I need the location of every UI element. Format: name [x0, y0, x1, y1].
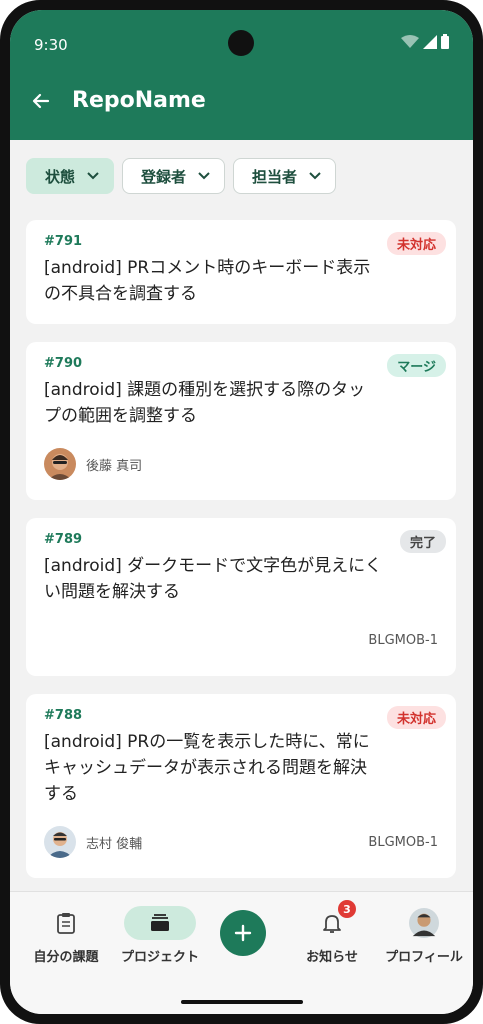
page-title: RepoName — [72, 88, 206, 113]
filter-assignee[interactable]: 担当者 — [233, 158, 337, 194]
issue-meta: 後藤 真司 — [44, 447, 438, 481]
issue-title: [android] ダークモードで文字色が見えにくい問題を解決する — [44, 556, 382, 602]
issue-number: #790 — [44, 356, 83, 371]
screen: 9:30 RepoName 状態 登録者 担当者 #791 [android] … — [10, 10, 473, 1014]
issue-number: #788 — [44, 708, 83, 723]
issue-card[interactable]: #790 [android] 課題の種別を選択する際のタップの範囲を調整する マ… — [26, 342, 456, 500]
chevron-down-icon — [198, 172, 210, 180]
issue-title: [android] PRコメント時のキーボード表示の不具合を調査する — [44, 258, 371, 304]
assignee-name: 志村 俊輔 — [86, 836, 143, 852]
issue-card[interactable]: #791 [android] PRコメント時のキーボード表示の不具合を調査する … — [26, 220, 456, 324]
bottom-navigation: 自分の課題 プロジェクト 3 お知らせ プロフィール — [10, 891, 473, 1014]
filter-label: 登録者 — [141, 167, 187, 186]
avatar — [44, 826, 76, 858]
issue-meta: BLGMOB-1 — [44, 623, 438, 657]
notification-badge: 3 — [338, 900, 356, 918]
issue-title: [android] PRの一覧を表示した時に、常にキャッシュデータが表示される問… — [44, 732, 370, 804]
signal-icon — [423, 34, 437, 49]
battery-icon — [441, 34, 449, 49]
nav-projects[interactable]: プロジェクト — [114, 906, 206, 965]
home-indicator — [181, 1000, 303, 1004]
plus-icon — [234, 924, 252, 942]
issue-list: #791 [android] PRコメント時のキーボード表示の不具合を調査する … — [26, 220, 456, 896]
assignee: 志村 俊輔 — [44, 826, 142, 858]
nav-label: プロフィール — [385, 950, 463, 965]
nav-profile[interactable]: プロフィール — [378, 906, 470, 965]
profile-avatar — [409, 908, 439, 938]
wifi-icon — [401, 34, 419, 48]
status-icons — [401, 34, 449, 49]
nav-label: 自分の課題 — [33, 950, 99, 965]
issue-title: [android] 課題の種別を選択する際のタップの範囲を調整する — [44, 380, 366, 426]
phone-frame: 9:30 RepoName 状態 登録者 担当者 #791 [android] … — [0, 0, 483, 1024]
back-arrow-icon[interactable] — [30, 90, 52, 112]
nav-my-issues[interactable]: 自分の課題 — [20, 906, 112, 965]
issue-number: #789 — [44, 532, 83, 547]
filter-label: 担当者 — [252, 167, 298, 186]
add-button[interactable] — [220, 910, 266, 956]
clipboard-icon — [57, 913, 75, 934]
issue-number: #791 — [44, 234, 83, 249]
status-time: 9:30 — [34, 36, 68, 54]
filter-label: 状態 — [45, 167, 76, 186]
assignee: 後藤 真司 — [44, 448, 142, 480]
chevron-down-icon — [87, 172, 99, 180]
avatar — [44, 448, 76, 480]
filter-bar: 状態 登録者 担当者 — [26, 158, 337, 194]
nav-label: お知らせ — [306, 950, 358, 965]
app-header: 9:30 RepoName — [10, 10, 473, 140]
archive-icon — [151, 914, 169, 931]
issue-key: BLGMOB-1 — [368, 834, 438, 850]
issue-card[interactable]: #788 [android] PRの一覧を表示した時に、常にキャッシュデータが表… — [26, 694, 456, 878]
camera-cutout — [228, 30, 254, 56]
status-badge: マージ — [387, 354, 446, 377]
assignee-name: 後藤 真司 — [86, 458, 143, 474]
filter-registrant[interactable]: 登録者 — [122, 158, 226, 194]
nav-notifications[interactable]: 3 お知らせ — [286, 900, 378, 965]
issue-meta: 志村 俊輔 BLGMOB-1 — [44, 825, 438, 859]
issue-card[interactable]: #789 [android] ダークモードで文字色が見えにくい問題を解決する 完… — [26, 518, 456, 676]
status-badge: 完了 — [399, 530, 446, 553]
chevron-down-icon — [309, 172, 321, 180]
status-badge: 未対応 — [386, 232, 446, 255]
issue-key: BLGMOB-1 — [368, 632, 438, 648]
nav-label: プロジェクト — [120, 950, 199, 965]
filter-status[interactable]: 状態 — [26, 158, 115, 194]
bell-icon — [323, 915, 341, 933]
status-badge: 未対応 — [386, 706, 446, 729]
